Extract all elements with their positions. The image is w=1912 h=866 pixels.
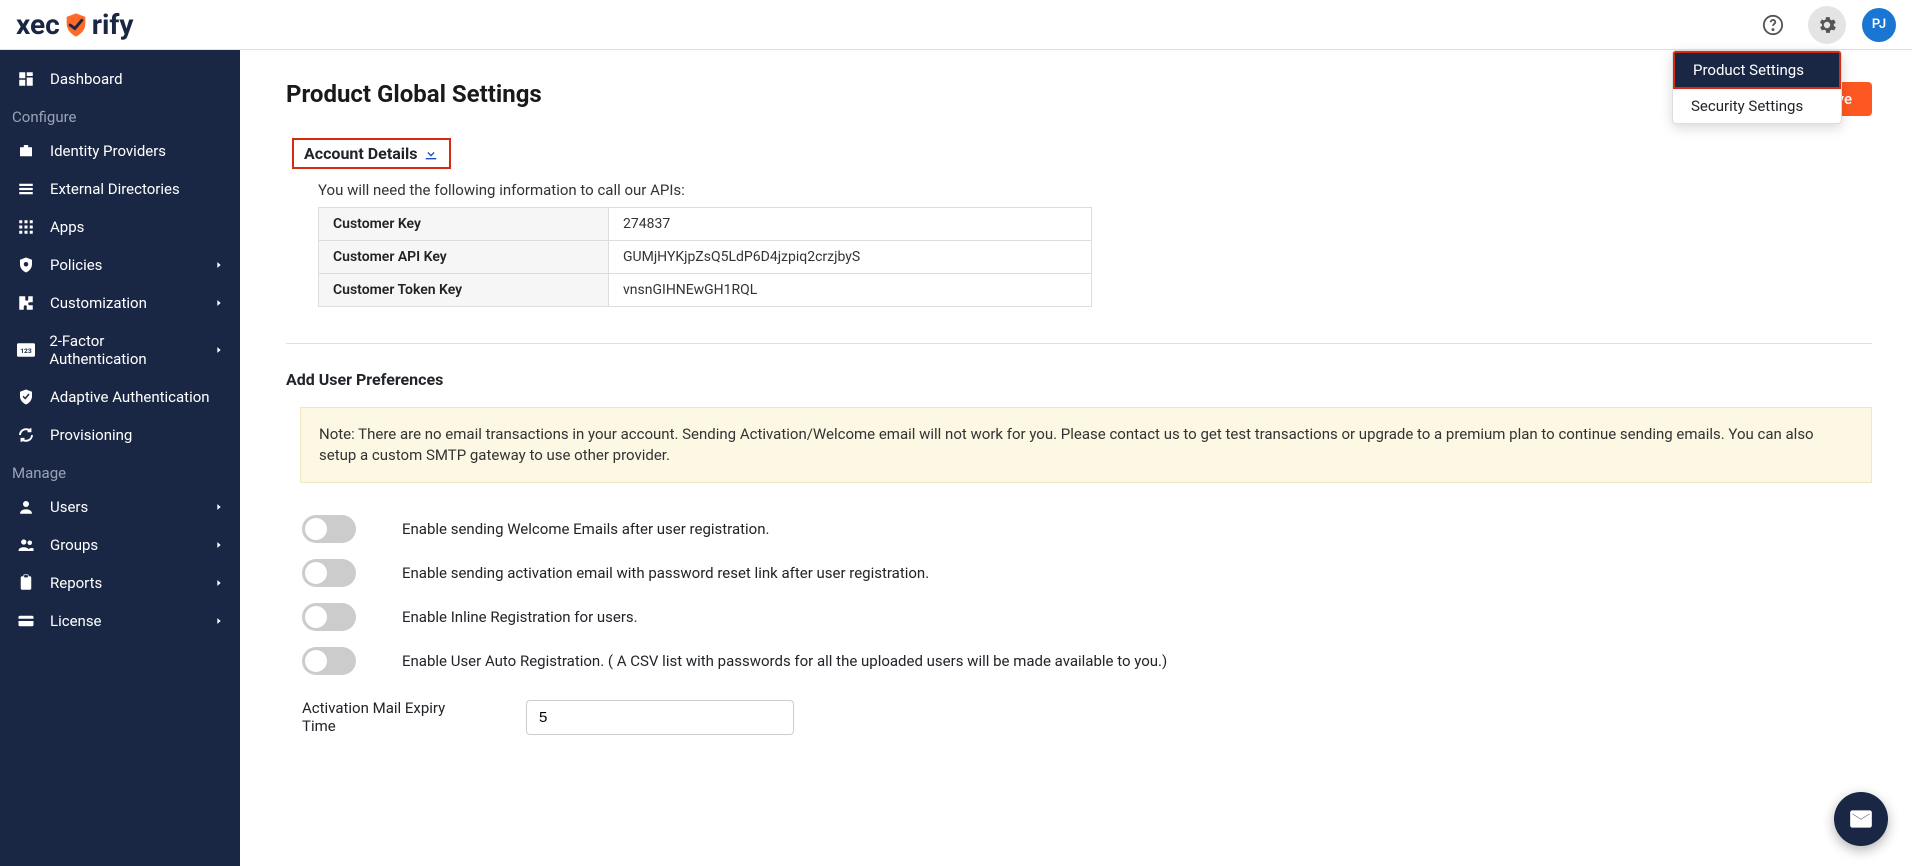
briefcase-icon xyxy=(16,142,36,160)
dropdown-item-product-settings[interactable]: Product Settings xyxy=(1673,51,1841,89)
topbar: xec rify PJ xyxy=(0,0,1912,50)
api-info-text: You will need the following information … xyxy=(286,181,1872,199)
sidebar-item-identity-providers[interactable]: Identity Providers xyxy=(0,132,240,170)
card-icon xyxy=(16,612,36,630)
chevron-right-icon xyxy=(214,616,224,626)
chevron-right-icon xyxy=(214,345,224,355)
dropdown-item-security-settings[interactable]: Security Settings xyxy=(1673,89,1841,123)
main-content: Product Global Settings Account Details … xyxy=(240,50,1912,866)
sidebar-item-label: External Directories xyxy=(50,180,180,198)
pref-label: Enable sending activation email with pas… xyxy=(402,564,929,582)
detail-key: Customer Key xyxy=(319,208,609,241)
detail-value: 274837 xyxy=(609,208,1092,241)
sidebar-item-label: Users xyxy=(50,498,88,516)
table-row: Customer Key 274837 xyxy=(319,208,1092,241)
sidebar-item-apps[interactable]: Apps xyxy=(0,208,240,246)
expiry-input[interactable] xyxy=(526,700,794,735)
expiry-row: Activation Mail Expiry Time xyxy=(286,683,1872,735)
sidebar-item-label: Reports xyxy=(50,574,102,592)
detail-value: vnsnGIHNEwGH1RQL xyxy=(609,274,1092,307)
toggle-activation-email[interactable] xyxy=(302,559,356,587)
pref-label: Enable User Auto Registration. ( A CSV l… xyxy=(402,652,1167,670)
note-box: Note: There are no email transactions in… xyxy=(300,407,1872,483)
sidebar-section-manage: Manage xyxy=(0,454,240,488)
detail-key: Customer API Key xyxy=(319,241,609,274)
chevron-right-icon xyxy=(214,578,224,588)
sidebar-item-2fa[interactable]: 123 2-Factor Authentication xyxy=(0,322,240,378)
logo[interactable]: xec rify xyxy=(16,8,133,41)
sidebar-item-label: Groups xyxy=(50,536,98,554)
sidebar-item-label: Identity Providers xyxy=(50,142,166,160)
pref-row: Enable Inline Registration for users. xyxy=(286,595,1872,639)
download-icon[interactable] xyxy=(423,146,439,162)
avatar[interactable]: PJ xyxy=(1862,8,1896,42)
shield-search-icon xyxy=(16,256,36,274)
sidebar-item-label: Provisioning xyxy=(50,426,132,444)
mail-icon xyxy=(1848,806,1874,832)
sidebar-item-policies[interactable]: Policies xyxy=(0,246,240,284)
gear-icon[interactable] xyxy=(1808,6,1846,44)
sidebar-item-label: License xyxy=(50,612,102,630)
logo-prefix: xec xyxy=(16,8,60,41)
sidebar-item-label: Customization xyxy=(50,294,147,312)
sidebar-section-configure: Configure xyxy=(0,98,240,132)
chat-fab[interactable] xyxy=(1834,792,1888,846)
sidebar-item-label: Policies xyxy=(50,256,102,274)
chevron-right-icon xyxy=(214,502,224,512)
prefs-title: Add User Preferences xyxy=(286,370,1872,389)
table-row: Customer API Key GUMjHYKjpZsQ5LdP6D4jzpi… xyxy=(319,241,1092,274)
table-row: Customer Token Key vnsnGIHNEwGH1RQL xyxy=(319,274,1092,307)
pref-row: Enable sending Welcome Emails after user… xyxy=(286,507,1872,551)
users-icon xyxy=(16,536,36,554)
topbar-right: PJ xyxy=(1754,6,1896,44)
toggle-welcome-email[interactable] xyxy=(302,515,356,543)
clipboard-icon xyxy=(16,574,36,592)
sync-icon xyxy=(16,426,36,444)
shield-icon xyxy=(62,11,90,39)
separator xyxy=(286,343,1872,344)
user-icon xyxy=(16,498,36,516)
chevron-right-icon xyxy=(214,260,224,270)
sidebar-item-reports[interactable]: Reports xyxy=(0,564,240,602)
account-details-table: Customer Key 274837 Customer API Key GUM… xyxy=(318,207,1092,307)
pref-label: Enable sending Welcome Emails after user… xyxy=(402,520,769,538)
settings-dropdown: Product Settings Security Settings xyxy=(1672,50,1842,124)
grid-icon xyxy=(16,218,36,236)
chevron-right-icon xyxy=(214,298,224,308)
list-icon xyxy=(16,180,36,198)
123-icon: 123 xyxy=(16,343,35,357)
puzzle-icon xyxy=(16,294,36,312)
chevron-right-icon xyxy=(214,540,224,550)
dashboard-icon xyxy=(16,70,36,88)
sidebar-item-license[interactable]: License xyxy=(0,602,240,640)
pref-row: Enable sending activation email with pas… xyxy=(286,551,1872,595)
sidebar-item-label: 2-Factor Authentication xyxy=(49,332,200,368)
shield-check-icon xyxy=(16,388,36,406)
detail-value: GUMjHYKjpZsQ5LdP6D4jzpiq2crzjbyS xyxy=(609,241,1092,274)
logo-suffix: rify xyxy=(92,8,134,41)
sidebar-item-adaptive-auth[interactable]: Adaptive Authentication xyxy=(0,378,240,416)
sidebar-item-label: Dashboard xyxy=(50,70,123,88)
sidebar-item-dashboard[interactable]: Dashboard xyxy=(0,60,240,98)
sidebar-item-groups[interactable]: Groups xyxy=(0,526,240,564)
sidebar-item-customization[interactable]: Customization xyxy=(0,284,240,322)
account-details-header: Account Details xyxy=(292,138,451,169)
expiry-label: Activation Mail Expiry Time xyxy=(302,699,480,735)
toggle-inline-registration[interactable] xyxy=(302,603,356,631)
detail-key: Customer Token Key xyxy=(319,274,609,307)
sidebar-item-provisioning[interactable]: Provisioning xyxy=(0,416,240,454)
svg-text:123: 123 xyxy=(20,347,32,355)
pref-row: Enable User Auto Registration. ( A CSV l… xyxy=(286,639,1872,683)
pref-label: Enable Inline Registration for users. xyxy=(402,608,638,626)
sidebar-item-external-directories[interactable]: External Directories xyxy=(0,170,240,208)
help-icon[interactable] xyxy=(1754,6,1792,44)
page-title: Product Global Settings xyxy=(286,80,1872,108)
sidebar-item-label: Adaptive Authentication xyxy=(50,388,210,406)
sidebar-item-label: Apps xyxy=(50,218,84,236)
toggle-auto-registration[interactable] xyxy=(302,647,356,675)
sidebar-item-users[interactable]: Users xyxy=(0,488,240,526)
sidebar: Dashboard Configure Identity Providers E… xyxy=(0,50,240,866)
